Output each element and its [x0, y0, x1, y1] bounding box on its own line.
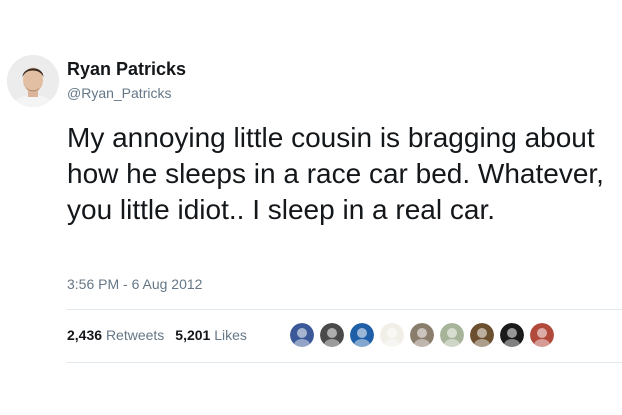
- liker-avatar-9[interactable]: [530, 323, 554, 347]
- retweets-stat[interactable]: 2,436 Retweets: [67, 327, 164, 343]
- liker-avatar-2[interactable]: [320, 323, 344, 347]
- user-avatar-icon: [7, 55, 59, 107]
- retweets-count: 2,436: [67, 327, 103, 343]
- liker-avatar-icon: [440, 323, 464, 347]
- liker-avatar-4[interactable]: [380, 323, 404, 347]
- author-handle[interactable]: @Ryan_Patricks: [67, 85, 171, 101]
- liker-avatar-icon: [290, 323, 314, 347]
- liker-avatar-icon: [410, 323, 434, 347]
- liker-avatar-3[interactable]: [350, 323, 374, 347]
- tweet-timestamp[interactable]: 3:56 PM - 6 Aug 2012: [67, 276, 202, 292]
- liker-avatar-icon: [500, 323, 524, 347]
- liker-avatar-1[interactable]: [290, 323, 314, 347]
- liker-avatar-5[interactable]: [410, 323, 434, 347]
- tweet-text: My annoying little cousin is bragging ab…: [67, 122, 604, 225]
- likes-label: Likes: [214, 327, 247, 343]
- tweet-card: Ryan Patricks @Ryan_Patricks My annoying…: [0, 0, 622, 415]
- liker-avatars: [290, 323, 560, 347]
- author-name[interactable]: Ryan Patricks: [67, 59, 186, 80]
- liker-avatar-7[interactable]: [470, 323, 494, 347]
- divider-top: [67, 309, 622, 310]
- retweets-label: Retweets: [105, 327, 165, 343]
- likes-count: 5,201: [175, 327, 211, 343]
- liker-avatar-icon: [350, 323, 374, 347]
- liker-avatar-icon: [320, 323, 344, 347]
- liker-avatar-icon: [530, 323, 554, 347]
- likes-stat[interactable]: 5,201 Likes: [175, 327, 247, 343]
- liker-avatar-icon: [470, 323, 494, 347]
- divider-bottom: [67, 362, 622, 363]
- liker-avatar-6[interactable]: [440, 323, 464, 347]
- user-avatar[interactable]: [7, 55, 59, 107]
- liker-avatar-icon: [380, 323, 404, 347]
- liker-avatar-8[interactable]: [500, 323, 524, 347]
- engagement-stats: 2,436 Retweets 5,201 Likes: [67, 327, 258, 343]
